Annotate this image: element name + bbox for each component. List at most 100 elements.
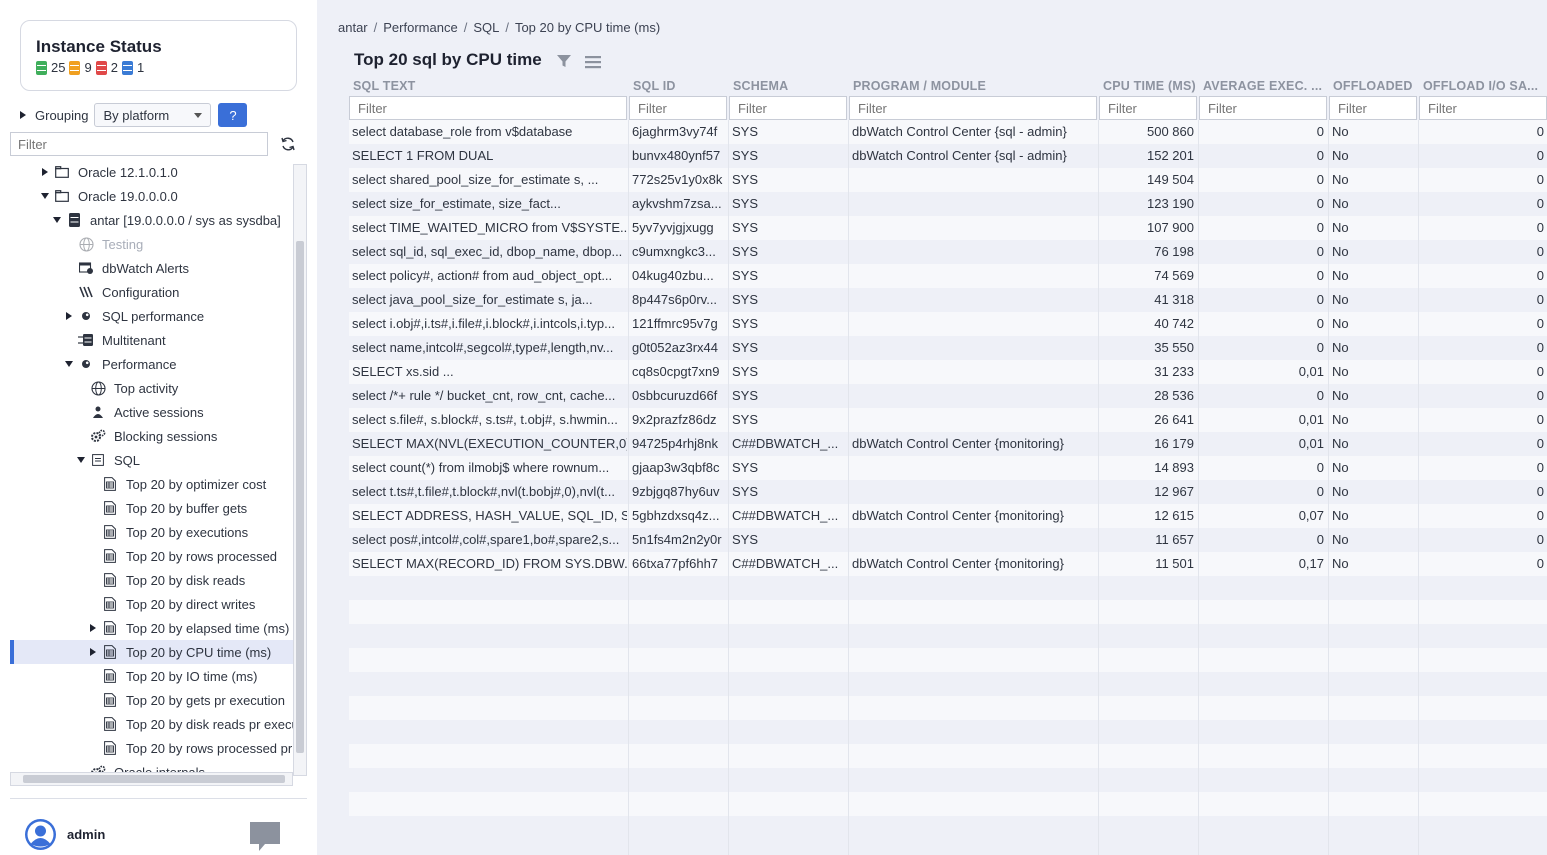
table-row[interactable]: SELECT MAX(RECORD_ID) FROM SYS.DBW... 66t… [349, 552, 1547, 576]
breadcrumb-item-sql[interactable]: SQL [473, 20, 499, 35]
breadcrumb-item-performance[interactable]: Performance [383, 20, 457, 35]
column-header-cpu[interactable]: CPU TIME (MS) [1099, 76, 1197, 96]
chat-icon[interactable] [249, 820, 281, 852]
table-row[interactable]: SELECT ADDRESS, HASH_VALUE, SQL_ID, S...… [349, 504, 1547, 528]
table-row[interactable]: select i.obj#,i.ts#,i.file#,i.block#,i.i… [349, 312, 1547, 336]
column-filter-cpu[interactable] [1099, 96, 1197, 120]
tree-item[interactable]: Testing [63, 232, 293, 256]
expand-arrow-icon[interactable] [87, 648, 99, 656]
table-cell: aykvshm7zsa... [632, 196, 722, 211]
table-cell: SYS [732, 220, 759, 235]
column-header-program[interactable]: PROGRAM / MODULE [849, 76, 1097, 96]
column-header-offloaded[interactable]: OFFLOADED [1329, 76, 1417, 96]
table-row[interactable]: select policy#, action# from aud_object_… [349, 264, 1547, 288]
collapse-arrow-icon[interactable] [63, 361, 75, 367]
database-icon [66, 212, 82, 228]
divider [10, 798, 307, 799]
collapse-arrow-icon[interactable] [39, 193, 51, 199]
status-count[interactable]: 25 [36, 60, 65, 75]
table-cell: 0 [1316, 196, 1324, 211]
tree-item[interactable]: Performance [63, 352, 293, 376]
table-cell [849, 216, 1097, 240]
table-row[interactable]: select name,intcol#,segcol#,type#,length… [349, 336, 1547, 360]
table-row[interactable]: select t.ts#,t.file#,t.block#,nvl(t.bobj… [349, 480, 1547, 504]
tree-item[interactable]: antar [19.0.0.0.0 / sys as sysdba] [51, 208, 293, 232]
column-header-sql-text[interactable]: SQL TEXT [349, 76, 627, 96]
column-filter-offloaded[interactable] [1329, 96, 1417, 120]
tree-item[interactable]: Top 20 by gets pr execution [87, 688, 293, 712]
table-cell: 41 318 [1154, 292, 1194, 307]
tree-item[interactable]: Top activity [75, 376, 293, 400]
table-row[interactable]: select s.file#, s.block#, s.ts#, t.obj#,… [349, 408, 1547, 432]
table-row[interactable]: select database_role from v$database 6jag… [349, 120, 1547, 144]
expand-arrow-icon[interactable] [63, 312, 75, 320]
table-cell: SELECT ADDRESS, HASH_VALUE, SQL_ID, S... [352, 508, 627, 523]
tree-item[interactable]: Multitenant [63, 328, 293, 352]
column-filter-avg[interactable] [1199, 96, 1327, 120]
tree-item[interactable]: Active sessions [75, 400, 293, 424]
breadcrumb-item-antar[interactable]: antar [338, 20, 368, 35]
grouping-select[interactable]: By platform [94, 103, 212, 127]
column-filter-schema[interactable] [729, 96, 847, 120]
column-filter-offload-io[interactable] [1419, 96, 1547, 120]
expand-arrow-icon[interactable] [87, 624, 99, 632]
instance-status-card[interactable]: Instance Status 25 9 2 1 [20, 20, 297, 91]
filter-icon[interactable] [556, 53, 572, 69]
column-header-sql-id[interactable]: SQL ID [629, 76, 727, 96]
expand-arrow-icon[interactable] [39, 168, 51, 176]
tree-item[interactable]: Top 20 by elapsed time (ms) [87, 616, 293, 640]
user-row[interactable]: admin [24, 818, 105, 851]
menu-icon[interactable] [585, 55, 601, 69]
status-count[interactable]: 1 [121, 60, 144, 75]
tree-item[interactable]: Top 20 by direct writes [87, 592, 293, 616]
tree-item[interactable]: Top 20 by CPU time (ms) [87, 640, 293, 664]
tree-item[interactable]: SQL performance [63, 304, 293, 328]
collapse-arrow-icon[interactable] [51, 217, 63, 223]
help-button[interactable]: ? [218, 103, 248, 127]
column-header-avg[interactable]: AVERAGE EXEC. ... [1199, 76, 1327, 96]
tree-item[interactable]: Configuration [63, 280, 293, 304]
collapse-arrow-icon[interactable] [75, 457, 87, 463]
tree-item[interactable]: Top 20 by buffer gets [87, 496, 293, 520]
status-count[interactable]: 2 [95, 60, 118, 75]
tree-horizontal-scrollbar[interactable] [10, 772, 293, 786]
table-row[interactable]: SELECT xs.sid ... cq8s0cpgt7xn9 SYS 31 233 0… [349, 360, 1547, 384]
scrollbar-thumb[interactable] [296, 241, 304, 753]
column-filter-sql-text[interactable] [349, 96, 627, 120]
table-cell: 9zbjgq87hy6uv [632, 484, 720, 499]
tree-item[interactable]: Top 20 by IO time (ms) [87, 664, 293, 688]
status-count[interactable]: 9 [69, 60, 92, 75]
tree-item[interactable]: Top 20 by executions [87, 520, 293, 544]
table-row[interactable]: select /*+ rule */ bucket_cnt, row_cnt, … [349, 384, 1547, 408]
table-row[interactable]: select TIME_WAITED_MICRO from V$SYSTE...… [349, 216, 1547, 240]
table-row[interactable]: SELECT 1 FROM DUAL bunvx480ynf57 SYS dbWatc… [349, 144, 1547, 168]
grouping-expand-icon[interactable] [20, 111, 26, 119]
column-filter-program[interactable] [849, 96, 1097, 120]
scrollbar-thumb[interactable] [23, 775, 285, 783]
tree-item[interactable]: Top 20 by optimizer cost [87, 472, 293, 496]
table-row[interactable]: select pos#,intcol#,col#,spare1,bo#,spar… [349, 528, 1547, 552]
table-cell: dbWatch Control Center {sql - admin} [852, 148, 1067, 163]
refresh-icon[interactable] [280, 136, 296, 152]
table-row[interactable]: SELECT MAX(NVL(EXECUTION_COUNTER,0)... 94… [349, 432, 1547, 456]
tree-item[interactable]: dbWatch Alerts [63, 256, 293, 280]
tree-item[interactable]: Top 20 by disk reads pr execution [87, 712, 293, 736]
tree-item[interactable]: Oracle 19.0.0.0.0 [39, 184, 293, 208]
tree-filter-input[interactable] [10, 132, 268, 156]
table-row[interactable]: select shared_pool_size_for_estimate s, … [349, 168, 1547, 192]
tree-item[interactable]: Top 20 by disk reads [87, 568, 293, 592]
column-header-offload-io[interactable]: OFFLOAD I/O SA... [1419, 76, 1547, 96]
table-row[interactable]: select size_for_estimate, size_fact... ay… [349, 192, 1547, 216]
table-row[interactable]: select count(*) from ilmobj$ where rownu… [349, 456, 1547, 480]
table-row[interactable]: select sql_id, sql_exec_id, dbop_name, d… [349, 240, 1547, 264]
tree-item[interactable]: SQL [75, 448, 293, 472]
column-header-schema[interactable]: SCHEMA [729, 76, 847, 96]
breadcrumb-separator: / [463, 20, 468, 35]
tree-item[interactable]: Oracle 12.1.0.1.0 [39, 160, 293, 184]
table-row[interactable]: select java_pool_size_for_estimate s, ja… [349, 288, 1547, 312]
tree-item[interactable]: Blocking sessions [75, 424, 293, 448]
tree-item[interactable]: Top 20 by rows processed pr execution [87, 736, 293, 760]
tree-vertical-scrollbar[interactable] [293, 164, 307, 776]
column-filter-sql-id[interactable] [629, 96, 727, 120]
tree-item[interactable]: Top 20 by rows processed [87, 544, 293, 568]
